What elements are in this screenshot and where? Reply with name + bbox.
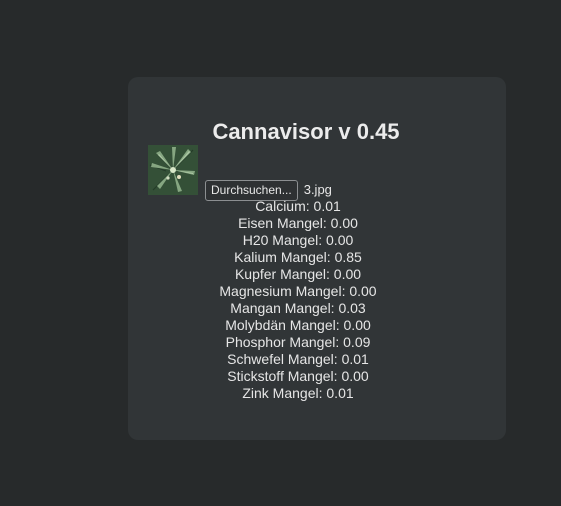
result-label: H20 Mangel:: [242, 232, 323, 248]
result-label: Phosphor Mangel:: [225, 334, 340, 350]
result-line: Eisen Mangel: 0.00: [128, 215, 468, 232]
result-line: H20 Mangel: 0.00: [128, 232, 468, 249]
result-label: Kupfer Mangel:: [234, 266, 330, 282]
result-value: 0.00: [349, 283, 377, 299]
result-value: 0.01: [326, 385, 354, 401]
deficiency-results-list: Calcium: 0.01 Eisen Mangel: 0.00 H20 Mange…: [128, 198, 468, 402]
result-value: 0.00: [326, 232, 354, 248]
uploaded-image-thumbnail: [148, 145, 198, 195]
result-label: Mangan Mangel:: [230, 300, 335, 316]
result-label: Schwefel Mangel:: [227, 351, 338, 367]
result-line: Kupfer Mangel: 0.00: [128, 266, 468, 283]
result-line: Calcium: 0.01: [128, 198, 468, 215]
plant-photo-icon: [148, 145, 198, 195]
result-value: 0.00: [330, 215, 358, 231]
result-label: Molybdän Mangel:: [225, 317, 340, 333]
result-label: Magnesium Mangel:: [219, 283, 346, 299]
result-line: Phosphor Mangel: 0.09: [128, 334, 468, 351]
result-line: Molybdän Mangel: 0.00: [128, 317, 468, 334]
result-line: Mangan Mangel: 0.03: [128, 300, 468, 317]
result-value: 0.01: [341, 351, 369, 367]
result-line: Schwefel Mangel: 0.01: [128, 351, 468, 368]
app-title: Cannavisor v 0.45: [212, 119, 400, 144]
result-line: Stickstoff Mangel: 0.00: [128, 368, 468, 385]
result-label: Kalium Mangel:: [234, 249, 331, 265]
result-value: 0.01: [313, 198, 341, 214]
page: Cannavisor v 0.45 Durchsuchen... 3.jpg C…: [0, 0, 561, 506]
result-label: Eisen Mangel:: [238, 215, 327, 231]
main-card: Cannavisor v 0.45 Durchsuchen... 3.jpg C…: [128, 77, 506, 440]
result-value: 0.00: [333, 266, 362, 282]
result-label: Calcium:: [255, 198, 310, 214]
result-value: 0.00: [341, 368, 369, 384]
result-line: Magnesium Mangel: 0.00: [128, 283, 468, 300]
result-line: Zink Mangel: 0.01: [128, 385, 468, 402]
result-value: 0.03: [338, 300, 366, 316]
result-value: 0.09: [343, 334, 371, 350]
result-label: Stickstoff Mangel:: [227, 368, 338, 384]
result-line: Kalium Mangel: 0.85: [128, 249, 468, 266]
result-label: Zink Mangel:: [242, 385, 323, 401]
result-value: 0.85: [334, 249, 362, 265]
result-value: 0.00: [343, 317, 371, 333]
